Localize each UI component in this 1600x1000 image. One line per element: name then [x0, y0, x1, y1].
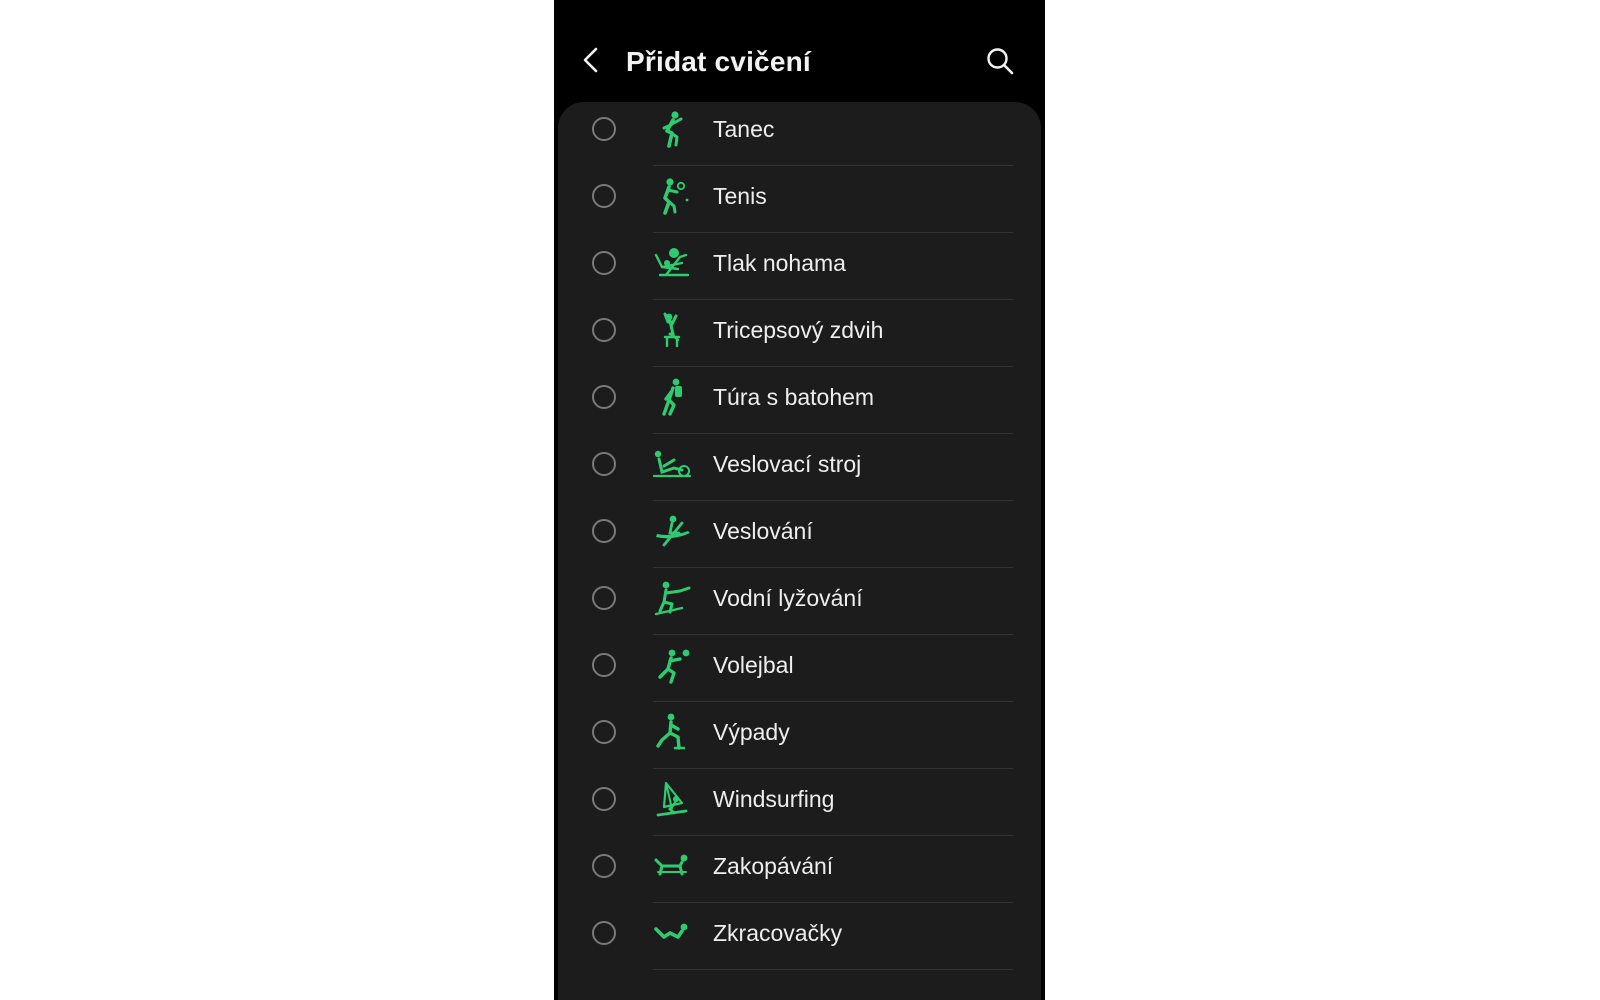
butt-kicks-icon — [654, 854, 688, 876]
backpacking-icon — [662, 378, 682, 416]
select-radio[interactable] — [592, 586, 616, 610]
list-item[interactable]: Veslování — [558, 501, 1041, 568]
select-radio[interactable] — [592, 854, 616, 878]
select-radio[interactable] — [592, 653, 616, 677]
list-item-label: Vodní lyžování — [713, 585, 863, 611]
exercise-list[interactable]: Tanec Tenis Tlak nohama Tricepsový zdvih Túr… — [558, 102, 1041, 1000]
list-item-label: Tanec — [713, 116, 775, 142]
dance-icon — [662, 111, 683, 148]
list-item-label: Tenis — [713, 183, 767, 209]
list-item-label: Tricepsový zdvih — [713, 317, 884, 343]
list-item-label: Volejbal — [713, 652, 794, 678]
app-header: Přidat cvičení — [554, 0, 1045, 102]
list-item[interactable]: Volejbal — [558, 635, 1041, 702]
select-radio[interactable] — [592, 921, 616, 945]
page-title: Přidat cvičení — [626, 46, 811, 77]
list-item-label: Tlak nohama — [713, 250, 846, 276]
list-item[interactable]: Tlak nohama — [558, 233, 1041, 300]
select-radio[interactable] — [592, 720, 616, 744]
list-item[interactable]: Veslovací stroj — [558, 434, 1041, 501]
list-item[interactable]: Tenis — [558, 166, 1041, 233]
list-item-label: Veslování — [713, 518, 813, 544]
list-item-label: Túra s batohem — [713, 384, 875, 410]
list-item[interactable]: Túra s batohem — [558, 367, 1041, 434]
list-item[interactable]: Zakopávání — [558, 836, 1041, 903]
list-item[interactable]: Výpady — [558, 702, 1041, 769]
back-arrow-icon — [583, 47, 598, 73]
lunges-icon — [656, 713, 686, 750]
water-skiing-icon — [654, 581, 691, 616]
crunches-icon — [654, 923, 688, 939]
rowing-machine-icon — [652, 450, 692, 478]
search-button[interactable] — [984, 45, 1016, 77]
phone-screen: Přidat cvičení Tanec Tenis Tlak nohama Tric… — [554, 0, 1045, 1000]
list-item[interactable]: Zkracovačky — [558, 903, 1041, 970]
leg-press-icon — [654, 248, 690, 277]
list-item-label: Windsurfing — [713, 786, 835, 812]
back-button[interactable] — [576, 44, 608, 76]
rowing-icon — [656, 515, 690, 547]
select-radio[interactable] — [592, 519, 616, 543]
select-radio[interactable] — [592, 452, 616, 476]
divider — [653, 969, 1013, 970]
select-radio[interactable] — [592, 117, 616, 141]
select-radio[interactable] — [592, 251, 616, 275]
select-radio[interactable] — [592, 184, 616, 208]
windsurfing-icon — [656, 781, 688, 817]
list-item-label: Výpady — [713, 719, 790, 745]
list-item-label: Zakopávání — [713, 853, 834, 879]
list-item-label: Zkracovačky — [713, 920, 843, 946]
tennis-icon — [663, 178, 689, 215]
list-item[interactable]: Windsurfing — [558, 769, 1041, 836]
list-item[interactable]: Vodní lyžování — [558, 568, 1041, 635]
search-icon — [987, 48, 1014, 75]
list-item-label: Veslovací stroj — [713, 451, 862, 477]
select-radio[interactable] — [592, 385, 616, 409]
volleyball-icon — [658, 649, 690, 684]
select-radio[interactable] — [592, 318, 616, 342]
triceps-icon — [663, 312, 681, 348]
list-item[interactable]: Tricepsový zdvih — [558, 300, 1041, 367]
select-radio[interactable] — [592, 787, 616, 811]
list-item[interactable]: Tanec — [558, 102, 1041, 166]
